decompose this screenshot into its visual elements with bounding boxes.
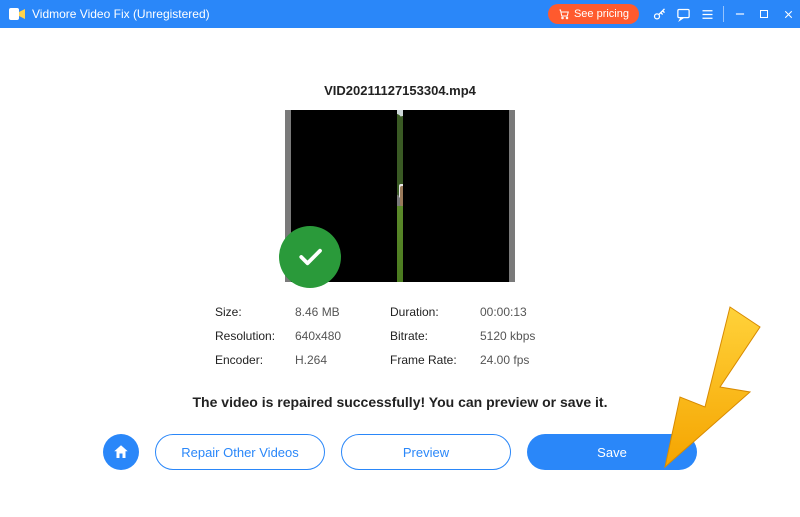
feedback-icon[interactable] — [671, 0, 695, 28]
repair-other-label: Repair Other Videos — [181, 445, 299, 460]
close-button[interactable] — [776, 0, 800, 28]
duration-label: Duration: — [390, 305, 480, 319]
info-row-encoder: Encoder: H.264 Frame Rate: 24.00 fps — [215, 348, 585, 372]
size-label: Size: — [215, 305, 295, 319]
size-value: 8.46 MB — [295, 305, 390, 319]
bitrate-label: Bitrate: — [390, 329, 480, 343]
menu-icon[interactable] — [695, 0, 719, 28]
bitrate-value: 5120 kbps — [480, 329, 585, 343]
home-button[interactable] — [103, 434, 139, 470]
save-button[interactable]: Save — [527, 434, 697, 470]
encoder-label: Encoder: — [215, 353, 295, 367]
maximize-button[interactable] — [752, 0, 776, 28]
app-title: Vidmore Video Fix (Unregistered) — [32, 7, 210, 21]
framerate-label: Frame Rate: — [390, 353, 480, 367]
save-label: Save — [597, 445, 627, 460]
file-name: VID20211127153304.mp4 — [324, 83, 476, 98]
see-pricing-label: See pricing — [574, 8, 629, 20]
preview-letterbox-right — [403, 110, 515, 282]
video-info: Size: 8.46 MB Duration: 00:00:13 Resolut… — [215, 300, 585, 372]
key-icon[interactable] — [647, 0, 671, 28]
preview-frame — [397, 110, 403, 282]
preview-button[interactable]: Preview — [341, 434, 511, 470]
duration-value: 00:00:13 — [480, 305, 585, 319]
resolution-label: Resolution: — [215, 329, 295, 343]
repair-other-videos-button[interactable]: Repair Other Videos — [155, 434, 325, 470]
info-row-resolution: Resolution: 640x480 Bitrate: 5120 kbps — [215, 324, 585, 348]
action-buttons: Repair Other Videos Preview Save — [103, 434, 697, 470]
titlebar-separator — [723, 6, 724, 22]
status-message: The video is repaired successfully! You … — [193, 394, 608, 410]
framerate-value: 24.00 fps — [480, 353, 585, 367]
minimize-button[interactable] — [728, 0, 752, 28]
app-logo-icon — [8, 5, 26, 23]
encoder-value: H.264 — [295, 353, 390, 367]
video-preview — [285, 110, 515, 282]
see-pricing-button[interactable]: See pricing — [548, 4, 639, 24]
resolution-value: 640x480 — [295, 329, 390, 343]
success-check-icon — [279, 226, 341, 288]
titlebar: Vidmore Video Fix (Unregistered) See pri… — [0, 0, 800, 28]
preview-label: Preview — [403, 445, 449, 460]
info-row-size: Size: 8.46 MB Duration: 00:00:13 — [215, 300, 585, 324]
main-content: VID20211127153304.mp4 Size: 8.46 MB Dura… — [0, 28, 800, 517]
